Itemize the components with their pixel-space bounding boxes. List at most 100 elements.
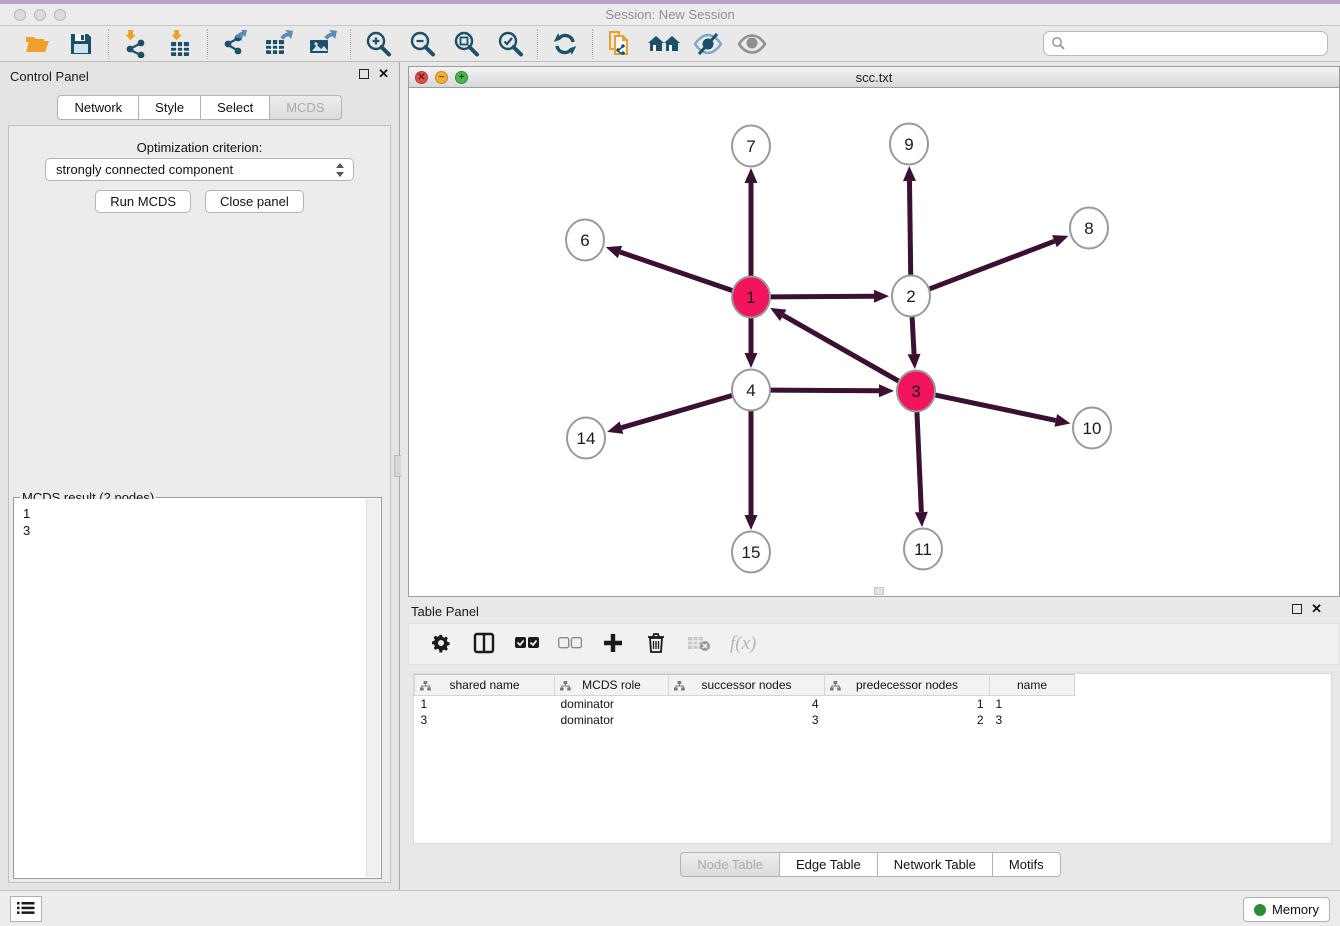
tab-edge-table[interactable]: Edge Table xyxy=(779,852,877,877)
table-cell[interactable]: 1 xyxy=(990,696,1075,712)
table-row[interactable]: 1dominator411 xyxy=(415,696,1075,712)
column-header-MCDS-role[interactable]: MCDS role xyxy=(555,675,669,696)
select-all-columns-button[interactable] xyxy=(515,632,539,656)
zoom-out-button[interactable] xyxy=(407,30,437,58)
edge-arrowhead xyxy=(1052,235,1068,247)
table-cell[interactable]: dominator xyxy=(555,696,669,712)
edge-4-14[interactable] xyxy=(622,395,734,428)
delete-table-button[interactable] xyxy=(687,632,711,656)
table-cell[interactable]: 1 xyxy=(825,696,990,712)
node-label-10: 10 xyxy=(1083,419,1102,438)
zoom-in-button[interactable] xyxy=(363,30,393,58)
edge-2-9[interactable] xyxy=(909,181,910,278)
run-mcds-button[interactable]: Run MCDS xyxy=(95,190,191,213)
export-network-button[interactable] xyxy=(220,30,250,58)
status-bar: Memory xyxy=(0,890,1340,926)
zoom-in-icon xyxy=(364,30,392,58)
create-column-button[interactable] xyxy=(601,632,625,656)
tab-mcds[interactable]: MCDS xyxy=(269,95,341,120)
table-options-button[interactable] xyxy=(429,632,453,656)
gear-icon xyxy=(431,633,451,656)
table-cell[interactable]: 3 xyxy=(415,712,555,728)
close-panel-button[interactable]: Close panel xyxy=(205,190,304,213)
export-image-button[interactable] xyxy=(308,30,338,58)
tab-select[interactable]: Select xyxy=(200,95,269,120)
function-builder-button[interactable]: f(x) xyxy=(730,632,756,656)
edge-1-6[interactable] xyxy=(620,252,734,291)
zoom-fit-button[interactable] xyxy=(451,30,481,58)
edge-3-11[interactable] xyxy=(917,409,922,512)
table-row[interactable]: 3dominator323 xyxy=(415,712,1075,728)
network-canvas[interactable]: 7968124314101511 xyxy=(409,88,1339,596)
column-header-shared-name[interactable]: shared name xyxy=(415,675,555,696)
table-cell[interactable]: 1 xyxy=(415,696,555,712)
memory-button[interactable]: Memory xyxy=(1243,897,1330,922)
hierarchy-icon xyxy=(674,680,685,694)
edge-1-2[interactable] xyxy=(769,296,874,297)
edge-arrowhead xyxy=(745,353,758,368)
export-image-icon xyxy=(308,30,338,58)
tab-motifs[interactable]: Motifs xyxy=(992,852,1061,877)
edge-3-1[interactable] xyxy=(783,315,900,382)
close-table-panel-icon[interactable]: ✕ xyxy=(1311,604,1322,614)
criterion-dropdown[interactable]: strongly connected component xyxy=(45,158,354,181)
edge-2-3[interactable] xyxy=(912,314,914,354)
table-cell[interactable]: dominator xyxy=(555,712,669,728)
tab-node-table[interactable]: Node Table xyxy=(680,852,779,877)
tab-network-table[interactable]: Network Table xyxy=(877,852,992,877)
tab-style[interactable]: Style xyxy=(138,95,200,120)
table-cell[interactable]: 2 xyxy=(825,712,990,728)
show-columns-button[interactable] xyxy=(472,632,496,656)
table-header-row[interactable]: shared nameMCDS rolesuccessor nodesprede… xyxy=(415,675,1075,696)
search-input[interactable] xyxy=(1043,31,1328,56)
table-cell[interactable]: 4 xyxy=(669,696,825,712)
network-window-titlebar[interactable]: ✕ − + scc.txt xyxy=(409,67,1339,88)
unselect-all-columns-button[interactable] xyxy=(558,632,582,656)
zoom-selected-button[interactable] xyxy=(495,30,525,58)
show-all-button[interactable] xyxy=(737,30,767,58)
clone-network-button[interactable] xyxy=(605,30,635,58)
edge-arrowhead xyxy=(606,246,622,258)
tab-network[interactable]: Network xyxy=(57,95,138,120)
edge-2-8[interactable] xyxy=(928,241,1055,289)
edge-4-3[interactable] xyxy=(769,390,879,391)
import-network-button[interactable] xyxy=(121,30,151,58)
column-header-predecessor-nodes[interactable]: predecessor nodes xyxy=(825,675,990,696)
criterion-value: strongly connected component xyxy=(56,162,233,177)
control-panel-title: Control Panel xyxy=(10,69,89,84)
mcds-result-scrollbar[interactable] xyxy=(366,499,380,877)
column-header-name[interactable]: name xyxy=(990,675,1075,696)
import-table-button[interactable] xyxy=(165,30,195,58)
mcds-result-text: 1 3 xyxy=(15,499,366,877)
home-button[interactable] xyxy=(649,30,679,58)
float-table-panel-icon[interactable] xyxy=(1292,604,1302,614)
edge-arrowhead xyxy=(874,290,889,303)
hide-selected-button[interactable] xyxy=(693,30,723,58)
float-panel-icon[interactable] xyxy=(359,69,369,79)
search-container xyxy=(1043,31,1328,56)
optimization-criterion-label: Optimization criterion: xyxy=(9,140,390,155)
network-graph[interactable]: 7968124314101511 xyxy=(409,88,1339,596)
table-cell[interactable]: 3 xyxy=(669,712,825,728)
export-table-button[interactable] xyxy=(264,30,294,58)
open-session-button[interactable] xyxy=(22,30,52,58)
save-session-button[interactable] xyxy=(66,30,96,58)
node-label-1: 1 xyxy=(746,288,755,307)
table-cell[interactable]: 3 xyxy=(990,712,1075,728)
delete-columns-button[interactable] xyxy=(644,632,668,656)
node-label-2: 2 xyxy=(906,287,915,306)
control-panel-tabs: Network Style Select MCDS xyxy=(0,95,399,120)
column-header-successor-nodes[interactable]: successor nodes xyxy=(669,675,825,696)
network-window-title: scc.txt xyxy=(409,70,1339,85)
hierarchy-icon xyxy=(420,680,431,694)
node-label-8: 8 xyxy=(1084,219,1093,238)
apply-layout-button[interactable] xyxy=(550,30,580,58)
node-table[interactable]: shared nameMCDS rolesuccessor nodesprede… xyxy=(413,673,1332,844)
list-icon xyxy=(17,901,35,918)
horizontal-splitter-grip[interactable] xyxy=(874,587,884,595)
edge-arrowhead xyxy=(903,166,916,181)
panel-list-button[interactable] xyxy=(10,896,42,922)
open-folder-icon xyxy=(24,32,50,56)
close-panel-icon[interactable]: ✕ xyxy=(378,69,389,79)
edge-3-10[interactable] xyxy=(934,395,1056,421)
